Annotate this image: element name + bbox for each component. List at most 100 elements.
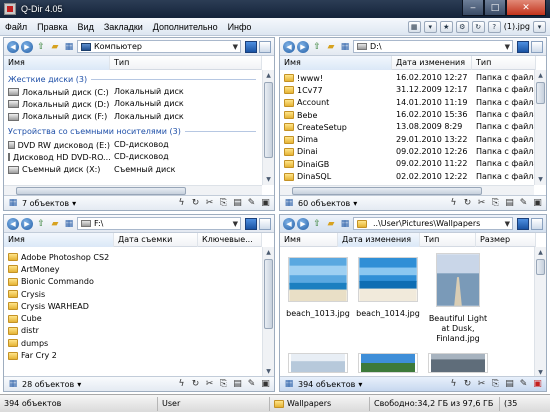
- list-item[interactable]: DinaiGB09.02.2010 11:22Папка с файлам: [280, 158, 536, 170]
- display-icon[interactable]: [245, 217, 257, 230]
- forward-icon[interactable]: ▶: [21, 40, 33, 53]
- paste-icon[interactable]: ▤: [232, 379, 243, 389]
- col-date[interactable]: Дата изменения: [338, 233, 420, 247]
- group-header[interactable]: Устройства со съемными носителями (3): [4, 125, 262, 139]
- refresh-icon[interactable]: ↻: [190, 379, 201, 389]
- vertical-scrollbar[interactable]: ▲ ▼: [262, 247, 274, 377]
- folder-icon[interactable]: ▰: [325, 218, 337, 230]
- list-item[interactable]: Account14.01.2010 11:19Папка с файлам: [280, 97, 536, 109]
- options-icon[interactable]: [259, 40, 271, 53]
- rename-icon[interactable]: ✎: [246, 379, 257, 389]
- address-bar[interactable]: ..\User\Pictures\Wallpapers ▼: [353, 217, 513, 230]
- paste-icon[interactable]: ▤: [504, 198, 515, 208]
- cut-icon[interactable]: ✂: [476, 198, 487, 208]
- scroll-up-icon[interactable]: ▲: [263, 247, 274, 258]
- flash-icon[interactable]: ϟ: [176, 379, 187, 389]
- thumbnail-item[interactable]: beach_1014.jpg: [354, 257, 422, 319]
- refresh-icon[interactable]: ↻: [190, 198, 201, 208]
- col-type[interactable]: Тип: [110, 56, 262, 70]
- scroll-thumb[interactable]: [264, 82, 273, 158]
- chevron-down-icon[interactable]: ▼: [505, 43, 512, 51]
- scroll-thumb[interactable]: [536, 82, 545, 104]
- rename-icon[interactable]: ✎: [518, 379, 529, 389]
- address-bar[interactable]: Компьютер ▼: [77, 40, 241, 53]
- options-icon[interactable]: [531, 217, 543, 230]
- list-item[interactable]: Bebe16.02.2010 15:36Папка с файлам: [280, 109, 536, 121]
- up-folder-icon[interactable]: ⇧: [311, 41, 323, 53]
- cut-icon[interactable]: ✂: [204, 198, 215, 208]
- display-icon[interactable]: [517, 217, 529, 230]
- refresh-icon[interactable]: ↻: [462, 379, 473, 389]
- address-bar[interactable]: F:\ ▼: [77, 217, 241, 230]
- scroll-down-icon[interactable]: ▼: [263, 174, 274, 185]
- col-date[interactable]: Дата изменения: [392, 56, 472, 70]
- active-pane-icon[interactable]: ▣: [532, 379, 543, 389]
- menu-extras[interactable]: Дополнительно: [148, 22, 223, 32]
- list-item[interactable]: dumps: [4, 337, 262, 349]
- menu-edit[interactable]: Правка: [32, 22, 72, 32]
- folder-icon[interactable]: ▰: [49, 218, 61, 230]
- rename-icon[interactable]: ✎: [518, 198, 529, 208]
- thumbnail-item[interactable]: Beautiful Light at Dusk, Finland.jpg: [424, 253, 492, 344]
- copy-icon[interactable]: ⎘: [218, 198, 229, 208]
- file-dropdown-icon[interactable]: ▾: [533, 20, 546, 33]
- list-item[interactable]: !www!16.02.2010 12:27Папка с файлам: [280, 72, 536, 84]
- group-header[interactable]: Жесткие диски (3): [4, 72, 262, 86]
- col-name[interactable]: Имя: [280, 56, 392, 70]
- chevron-down-icon[interactable]: ▼: [505, 220, 512, 228]
- list-item[interactable]: DinaSQL02.02.2010 12:22Папка с файлам: [280, 170, 536, 182]
- copy-icon[interactable]: ⎘: [218, 379, 229, 389]
- list-item[interactable]: distr: [4, 325, 262, 337]
- favorites-icon[interactable]: ★: [439, 20, 453, 33]
- display-icon[interactable]: [517, 40, 529, 53]
- back-icon[interactable]: ◀: [283, 217, 295, 230]
- close-button[interactable]: ✕: [506, 0, 546, 16]
- col-keywords[interactable]: Ключевые...: [198, 233, 262, 247]
- scroll-up-icon[interactable]: ▲: [535, 247, 546, 258]
- view-mode-icon[interactable]: ▦: [63, 41, 75, 53]
- refresh-icon[interactable]: ↻: [471, 20, 485, 33]
- menu-view[interactable]: Вид: [73, 22, 99, 32]
- list-item[interactable]: Adobe Photoshop CS2: [4, 251, 262, 263]
- vertical-scrollbar[interactable]: ▲ ▼: [534, 70, 546, 185]
- list-item[interactable]: Dinai09.02.2010 12:26Папка с файлам: [280, 146, 536, 158]
- address-bar[interactable]: D:\ ▼: [353, 40, 513, 53]
- forward-icon[interactable]: ▶: [21, 217, 33, 230]
- list-item[interactable]: Cube: [4, 312, 262, 324]
- list-item[interactable]: 1Cv7731.12.2009 12:17Папка с файлам: [280, 84, 536, 96]
- scroll-up-icon[interactable]: ▲: [263, 70, 274, 81]
- vertical-scrollbar[interactable]: ▲ ▼: [262, 70, 274, 185]
- chevron-down-icon[interactable]: ▾: [353, 199, 357, 208]
- up-folder-icon[interactable]: ⇧: [35, 41, 47, 53]
- list-item[interactable]: Crysis: [4, 288, 262, 300]
- folder-icon[interactable]: ▰: [49, 41, 61, 53]
- scroll-down-icon[interactable]: ▼: [535, 174, 546, 185]
- scroll-up-icon[interactable]: ▲: [535, 70, 546, 81]
- scroll-thumb[interactable]: [292, 187, 482, 195]
- help-icon[interactable]: ?: [487, 20, 501, 33]
- scroll-thumb[interactable]: [536, 259, 545, 275]
- col-type[interactable]: Тип: [420, 233, 476, 247]
- maximize-button[interactable]: □: [484, 0, 506, 16]
- view-mode-icon[interactable]: ▦: [63, 218, 75, 230]
- view-mode-icon[interactable]: ▦: [7, 197, 19, 209]
- flash-icon[interactable]: ϟ: [448, 379, 459, 389]
- forward-icon[interactable]: ▶: [297, 40, 309, 53]
- chevron-down-icon[interactable]: ▼: [233, 220, 240, 228]
- list-item[interactable]: Дисковод HD DVD-RO... CD-дисковод: [4, 151, 262, 163]
- up-folder-icon[interactable]: ⇧: [35, 218, 47, 230]
- properties-icon[interactable]: ▣: [260, 198, 271, 208]
- paste-icon[interactable]: ▤: [232, 198, 243, 208]
- up-folder-icon[interactable]: ⇧: [311, 218, 323, 230]
- list-item[interactable]: Dima29.01.2010 13:22Папка с файлам: [280, 133, 536, 145]
- back-icon[interactable]: ◀: [7, 40, 19, 53]
- view-mode-icon[interactable]: ▦: [339, 218, 351, 230]
- refresh-icon[interactable]: ↻: [462, 198, 473, 208]
- scroll-thumb[interactable]: [16, 187, 186, 195]
- menu-file[interactable]: Файл: [0, 22, 32, 32]
- layout-dropdown-icon[interactable]: ▾: [423, 20, 437, 33]
- options-icon[interactable]: [531, 40, 543, 53]
- view-mode-icon[interactable]: ▦: [283, 197, 295, 209]
- paste-icon[interactable]: ▤: [504, 379, 515, 389]
- chevron-down-icon[interactable]: ▾: [358, 380, 362, 389]
